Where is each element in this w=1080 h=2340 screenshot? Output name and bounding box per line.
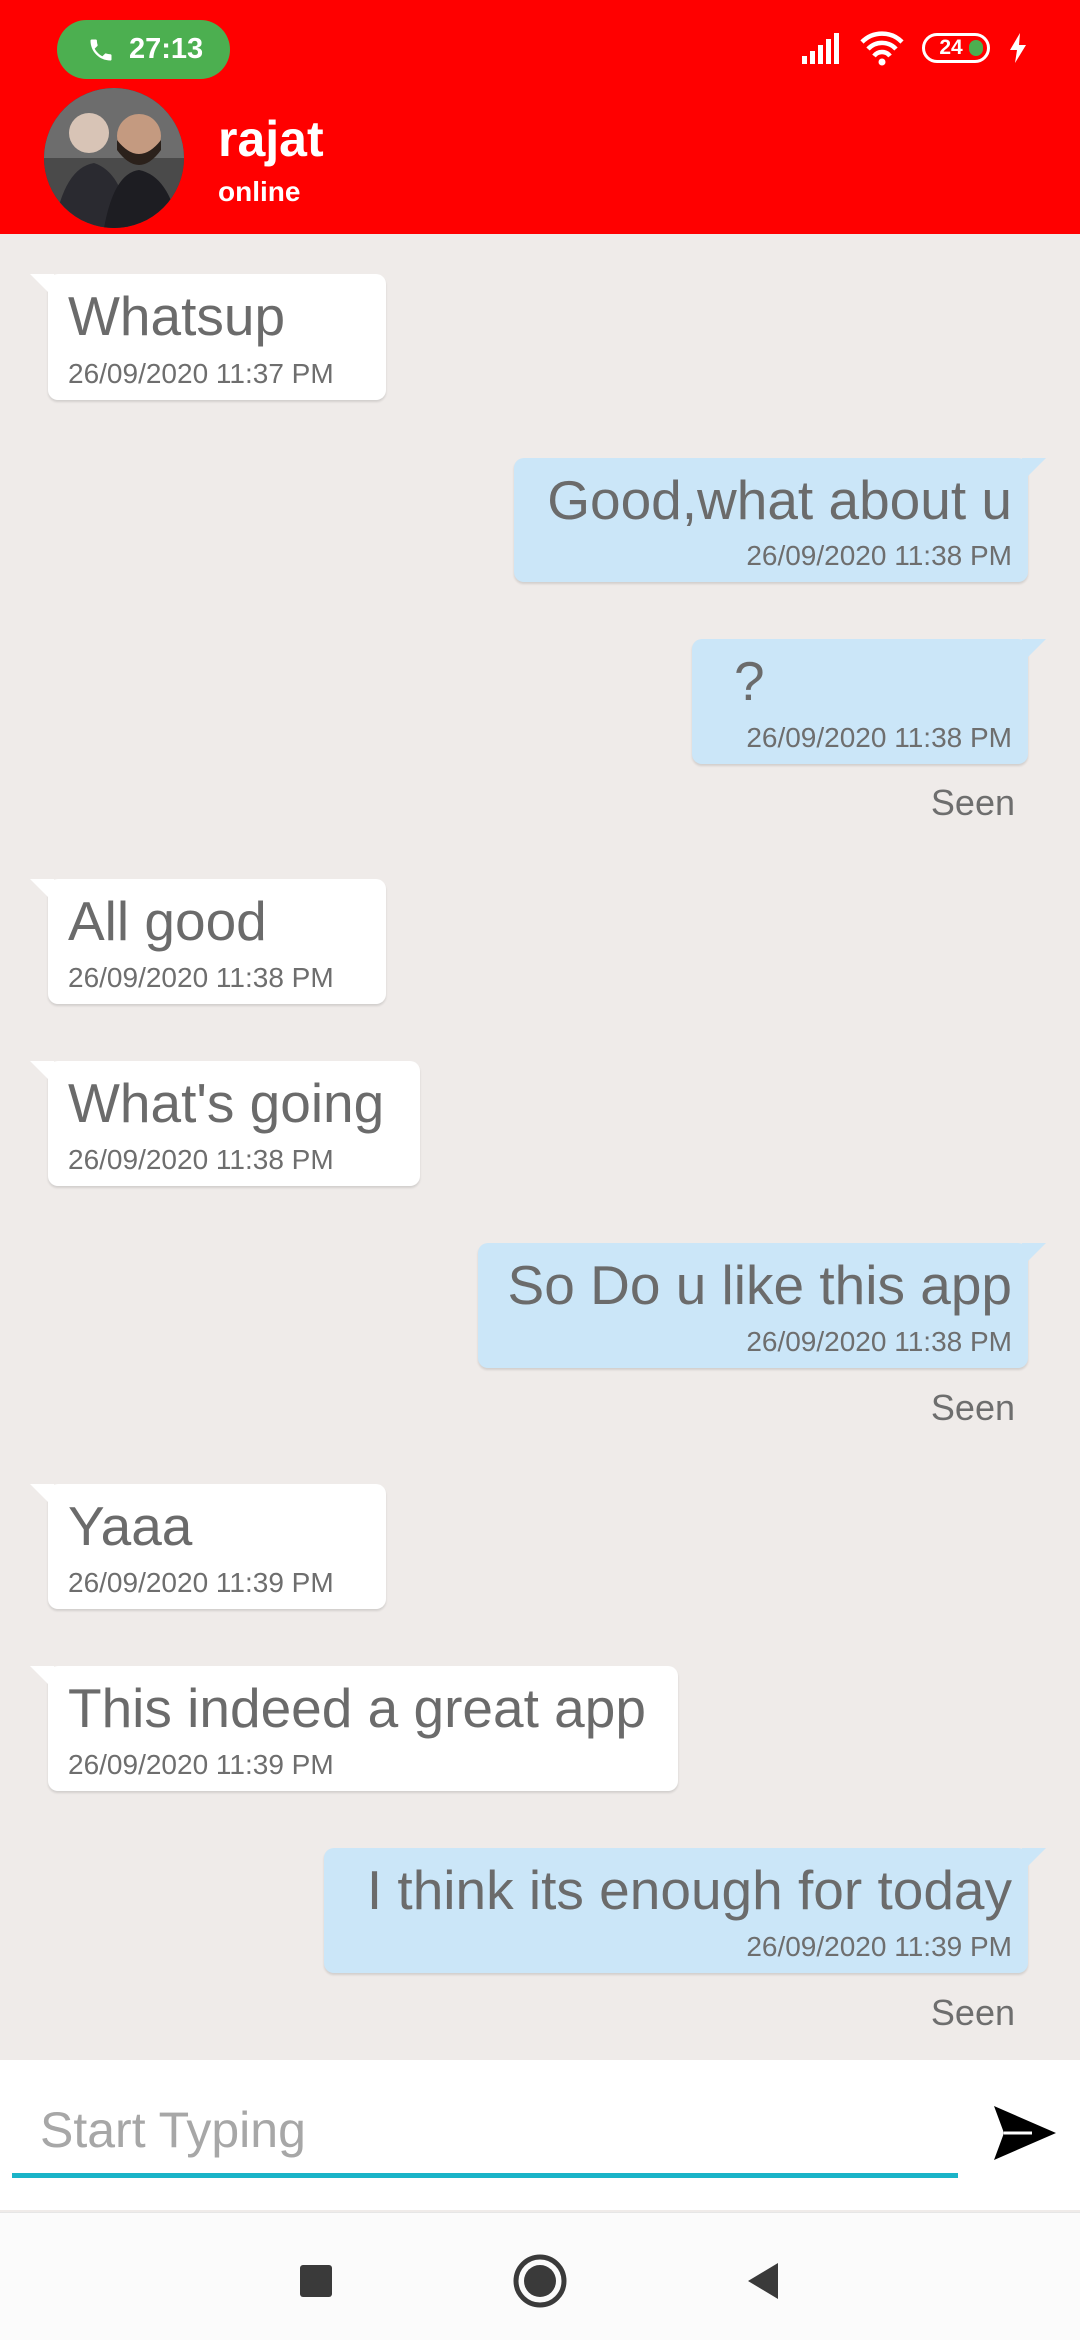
message-bubble-incoming[interactable]: This indeed a great app 26/09/2020 11:39… bbox=[30, 1666, 678, 1791]
status-icons: 24 bbox=[800, 28, 1028, 68]
seen-indicator: Seen bbox=[930, 1992, 1015, 2033]
message-text: This indeed a great app bbox=[68, 1677, 646, 1739]
system-nav-bar bbox=[0, 2212, 1080, 2340]
seen-indicator: Seen bbox=[930, 782, 1015, 823]
message-bubble-outgoing[interactable]: Good,what about u 26/09/2020 11:38 PM bbox=[514, 458, 1046, 582]
message-timestamp: 26/09/2020 11:37 PM bbox=[68, 358, 334, 389]
message-input[interactable] bbox=[12, 2086, 958, 2178]
message-text: Whatsup bbox=[68, 285, 286, 347]
message-text: So Do u like this app bbox=[507, 1254, 1012, 1316]
message-text: Good,what about u bbox=[547, 469, 1012, 531]
message-timestamp: 26/09/2020 11:38 PM bbox=[746, 722, 1012, 753]
message-bubble-outgoing[interactable]: So Do u like this app 26/09/2020 11:38 P… bbox=[478, 1243, 1046, 1368]
message-text: Yaaa bbox=[68, 1495, 193, 1557]
triangle-back-icon[interactable] bbox=[736, 2253, 792, 2309]
contact-status: online bbox=[218, 176, 301, 207]
message-timestamp: 26/09/2020 11:39 PM bbox=[68, 1567, 334, 1598]
seen-indicator: Seen bbox=[930, 1387, 1015, 1428]
message-timestamp: 26/09/2020 11:38 PM bbox=[68, 962, 334, 993]
send-icon[interactable] bbox=[992, 2104, 1058, 2162]
contact-avatar[interactable] bbox=[44, 88, 184, 228]
message-text: I think its enough for today bbox=[366, 1859, 1012, 1921]
message-text: What's going bbox=[68, 1072, 385, 1134]
wifi-icon bbox=[860, 31, 904, 66]
message-bubble-incoming[interactable]: All good 26/09/2020 11:38 PM bbox=[30, 879, 386, 1004]
charging-icon bbox=[1010, 33, 1026, 63]
message-text: ? bbox=[734, 650, 765, 712]
ongoing-call-pill[interactable]: 27:13 bbox=[57, 20, 230, 79]
composer-bar bbox=[0, 2060, 1080, 2210]
message-bubble-incoming[interactable]: What's going 26/09/2020 11:38 PM bbox=[30, 1061, 420, 1186]
message-bubble-outgoing[interactable]: ? 26/09/2020 11:38 PM bbox=[692, 639, 1046, 764]
message-bubble-incoming[interactable]: Yaaa 26/09/2020 11:39 PM bbox=[30, 1484, 386, 1609]
message-bubble-outgoing[interactable]: I think its enough for today 26/09/2020 … bbox=[324, 1848, 1046, 1973]
battery-level: 24 bbox=[939, 36, 963, 59]
chat-header: 27:13 24 rajat online bbox=[0, 0, 1080, 234]
message-timestamp: 26/09/2020 11:38 PM bbox=[746, 540, 1012, 571]
message-timestamp: 26/09/2020 11:38 PM bbox=[746, 1326, 1012, 1357]
call-timer: 27:13 bbox=[129, 33, 204, 65]
battery-indicator: 24 bbox=[922, 33, 990, 63]
message-timestamp: 26/09/2020 11:38 PM bbox=[68, 1144, 334, 1175]
signal-icon bbox=[802, 33, 839, 64]
circle-nav-icon[interactable] bbox=[512, 2253, 568, 2309]
square-nav-icon[interactable] bbox=[288, 2253, 344, 2309]
message-text: All good bbox=[68, 890, 267, 952]
message-timestamp: 26/09/2020 11:39 PM bbox=[746, 1931, 1012, 1962]
message-bubble-incoming[interactable]: Whatsup 26/09/2020 11:37 PM bbox=[30, 274, 386, 400]
phone-icon bbox=[90, 39, 112, 60]
contact-name[interactable]: rajat bbox=[218, 110, 324, 168]
message-timestamp: 26/09/2020 11:39 PM bbox=[68, 1749, 334, 1780]
